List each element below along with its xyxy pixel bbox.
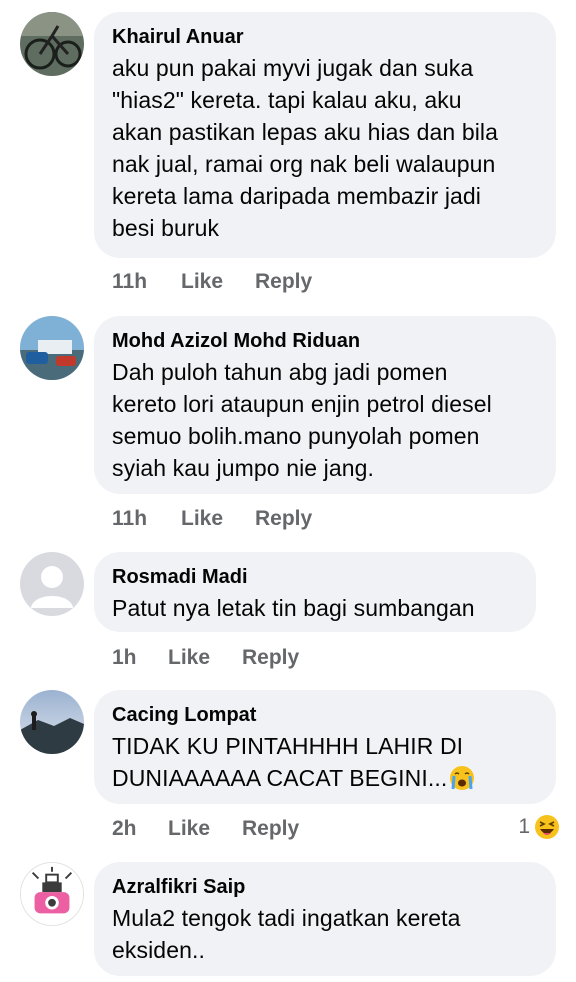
- reply-button[interactable]: Reply: [242, 644, 299, 672]
- comment-text: TIDAK KU PINTAHHHH LAHIR DI DUNIAAAAAA C…: [112, 730, 538, 794]
- comment-time[interactable]: 11h: [112, 268, 147, 296]
- comment-text-content: TIDAK KU PINTAHHHH LAHIR DI DUNIAAAAAA C…: [112, 733, 464, 791]
- comment-bubble: Azralfikri Saip Mula2 tengok tadi ingatk…: [94, 862, 556, 976]
- avatar[interactable]: [20, 316, 84, 380]
- reply-button[interactable]: Reply: [242, 815, 299, 843]
- comment-text: aku pun pakai myvi jugak dan suka "hias2…: [112, 55, 499, 241]
- comment-text: Patut nya letak tin bagi sumbangan: [112, 595, 475, 621]
- avatar[interactable]: [20, 862, 84, 926]
- reply-button[interactable]: Reply: [255, 505, 312, 533]
- reply-button[interactable]: Reply: [255, 268, 312, 296]
- like-button[interactable]: Like: [168, 815, 210, 843]
- comment-author[interactable]: Azralfikri Saip: [112, 874, 538, 900]
- comment-bubble: Cacing Lompat TIDAK KU PINTAHHHH LAHIR D…: [94, 690, 556, 804]
- avatar[interactable]: [20, 690, 84, 754]
- like-button[interactable]: Like: [168, 644, 210, 672]
- comment-author[interactable]: Khairul Anuar: [112, 24, 538, 50]
- comment-author[interactable]: Cacing Lompat: [112, 702, 538, 728]
- reaction-summary[interactable]: 1: [500, 813, 560, 841]
- crying-face-icon: [450, 766, 475, 790]
- comment-bubble: Rosmadi Madi Patut nya letak tin bagi su…: [94, 552, 536, 632]
- comment-time[interactable]: 2h: [112, 815, 137, 843]
- comment-bubble: Mohd Azizol Mohd Riduan Dah puloh tahun …: [94, 316, 556, 494]
- like-button[interactable]: Like: [181, 268, 223, 296]
- like-button[interactable]: Like: [181, 505, 223, 533]
- avatar[interactable]: [20, 12, 84, 76]
- comment-author[interactable]: Rosmadi Madi: [112, 564, 518, 590]
- comment-bubble: Khairul Anuar aku pun pakai myvi jugak d…: [94, 12, 556, 258]
- comment-time[interactable]: 1h: [112, 644, 137, 672]
- comment-author[interactable]: Mohd Azizol Mohd Riduan: [112, 328, 538, 354]
- haha-reaction-icon: [535, 815, 559, 839]
- comment-time[interactable]: 11h: [112, 505, 147, 533]
- reaction-count: 1: [518, 815, 530, 838]
- comment-text: Dah puloh tahun abg jadi pomen kereto lo…: [112, 359, 492, 481]
- avatar[interactable]: [20, 552, 84, 616]
- comment-text: Mula2 tengok tadi ingatkan kereta ekside…: [112, 905, 461, 963]
